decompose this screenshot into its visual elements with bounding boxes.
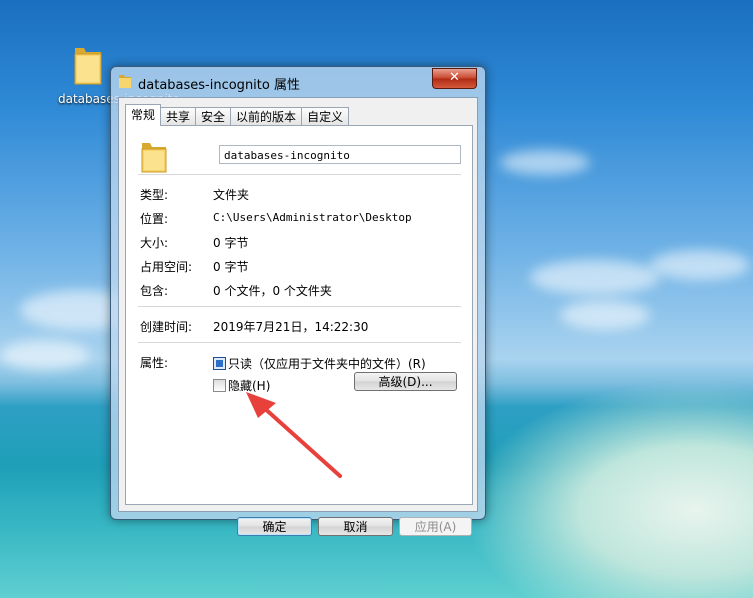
created-label: 创建时间:	[140, 320, 193, 334]
folder-icon	[140, 140, 168, 177]
ok-button[interactable]: 确定	[237, 517, 312, 536]
cancel-button[interactable]: 取消	[318, 517, 393, 536]
attributes-label: 属性:	[140, 356, 169, 370]
contains-value: 0 个文件，0 个文件夹	[213, 284, 332, 298]
beach-sand	[463, 380, 753, 598]
dialog-client-area: 常规 共享 安全 以前的版本 自定义 databases-incognito 类型: 文…	[118, 97, 478, 536]
cloud	[530, 260, 660, 295]
desktop-icon-label: databases-incognito	[58, 92, 180, 106]
size-value: 0 字节	[213, 236, 249, 250]
tab-security[interactable]: 安全	[195, 107, 232, 126]
close-icon: ✕	[449, 70, 460, 85]
advanced-button[interactable]: 高级(D)...	[354, 372, 457, 391]
tab-sharing[interactable]: 共享	[160, 107, 197, 126]
close-button[interactable]: ✕	[432, 68, 477, 89]
cloud	[650, 250, 750, 280]
folder-name-input[interactable]: databases-incognito	[219, 145, 461, 164]
type-label: 类型:	[140, 188, 169, 202]
hidden-label[interactable]: 隐藏(H)	[228, 377, 270, 394]
size-label: 大小:	[140, 236, 169, 250]
readonly-label[interactable]: 只读（仅应用于文件夹中的文件）(R)	[228, 355, 426, 372]
window-title: databases-incognito 属性	[138, 78, 300, 93]
properties-window: databases-incognito 属性 ✕ 常规 共享 安全 以前的版本 自定义 …	[110, 66, 486, 536]
location-label: 位置:	[140, 212, 169, 226]
desktop-folder-shortcut[interactable]: databases-incognito	[58, 44, 180, 106]
cloud	[0, 340, 90, 370]
general-tab-panel: databases-incognito 类型: 文件夹 位置: C:\Users…	[125, 125, 473, 505]
divider	[138, 174, 461, 175]
folder-icon	[72, 44, 104, 85]
divider	[138, 342, 461, 343]
tab-strip: 常规 共享 安全 以前的版本 自定义	[125, 104, 350, 126]
title-bar[interactable]: databases-incognito 属性 ✕	[111, 67, 485, 95]
contains-label: 包含:	[140, 284, 169, 298]
tab-customize[interactable]: 自定义	[301, 107, 350, 126]
tab-previous-versions[interactable]: 以前的版本	[230, 107, 303, 126]
apply-button[interactable]: 应用(A)	[399, 517, 472, 536]
folder-icon	[118, 73, 132, 88]
hidden-checkbox[interactable]	[213, 379, 226, 392]
readonly-checkbox[interactable]	[213, 357, 226, 370]
created-value: 2019年7月21日，14:22:30	[213, 320, 369, 334]
location-value: C:\Users\Administrator\Desktop	[213, 211, 412, 224]
tab-general[interactable]: 常规	[125, 104, 162, 126]
type-value: 文件夹	[213, 188, 250, 202]
cloud	[560, 300, 650, 330]
cloud	[500, 150, 590, 175]
size-on-disk-label: 占用空间:	[140, 260, 193, 274]
size-on-disk-value: 0 字节	[213, 260, 249, 274]
divider	[138, 306, 461, 307]
